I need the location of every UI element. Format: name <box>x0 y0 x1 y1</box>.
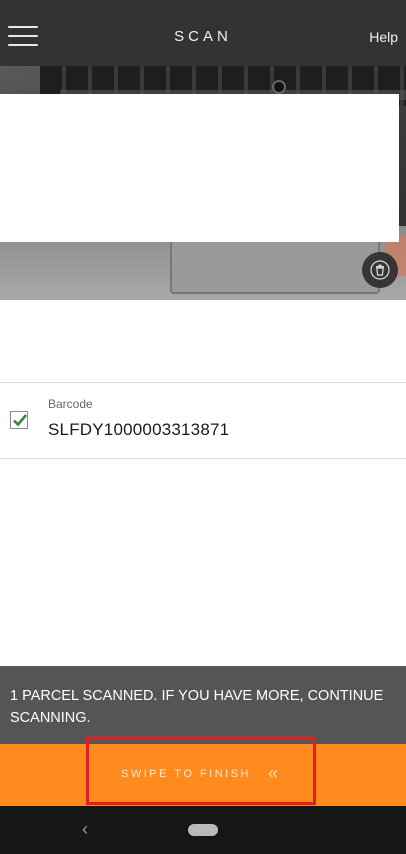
delete-scan-button[interactable] <box>362 252 398 288</box>
system-navigation-bar: ‹ <box>0 806 406 854</box>
scan-status-banner: 1 PARCEL SCANNED. IF YOU HAVE MORE, CONT… <box>0 666 406 744</box>
help-link[interactable]: Help <box>369 29 398 45</box>
chevron-left-icon[interactable]: ‹ <box>82 819 88 840</box>
barcode-value: SLFDY1000003313871 <box>48 420 230 439</box>
divider <box>0 458 406 459</box>
home-pill-icon[interactable] <box>188 824 218 836</box>
page-title: SCAN <box>174 28 232 45</box>
scan-status-message: 1 PARCEL SCANNED. IF YOU HAVE MORE, CONT… <box>10 688 384 726</box>
checkmark-icon <box>13 414 27 427</box>
trash-icon <box>370 260 390 280</box>
camera-preview <box>0 66 406 300</box>
scan-viewfinder-overlay <box>0 94 399 242</box>
barcode-field-label: Barcode <box>48 397 93 411</box>
top-app-bar: SCAN Help <box>0 0 406 66</box>
scanned-barcode-row[interactable]: Barcode SLFDY1000003313871 <box>0 383 406 458</box>
swipe-highlight-box <box>86 737 316 805</box>
barcode-checkbox[interactable] <box>10 411 28 429</box>
